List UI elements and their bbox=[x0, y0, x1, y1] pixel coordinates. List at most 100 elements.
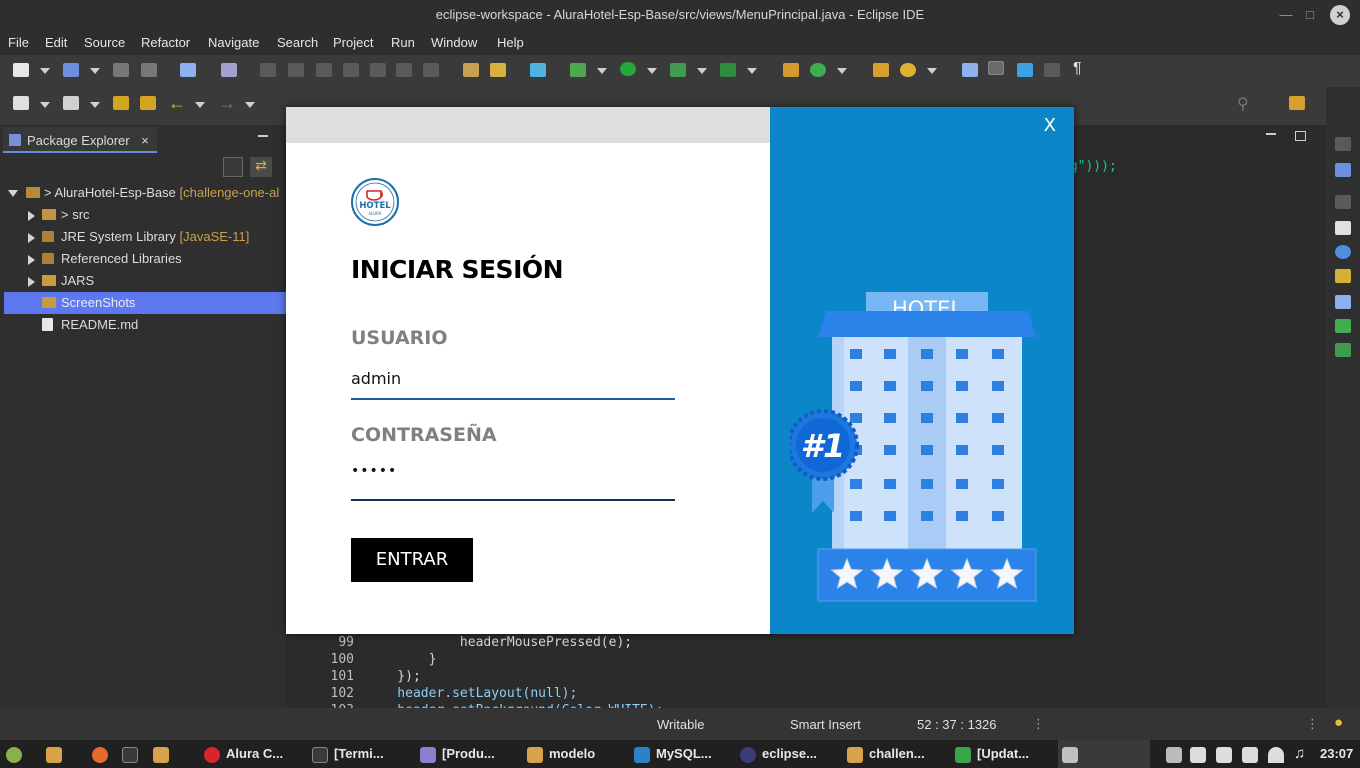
run-icon[interactable] bbox=[620, 62, 636, 76]
wifi-tray-icon[interactable] bbox=[1268, 740, 1290, 768]
new-file-dropdown-icon[interactable] bbox=[40, 102, 50, 108]
annotation-dropdown-icon[interactable] bbox=[90, 102, 100, 108]
close-tab-icon[interactable]: × bbox=[141, 133, 149, 148]
dialog-drag-header[interactable] bbox=[286, 107, 770, 143]
keyboard-tray-icon[interactable] bbox=[1242, 740, 1264, 768]
suspend-icon[interactable] bbox=[288, 63, 304, 77]
collapsed-icon[interactable] bbox=[28, 211, 35, 221]
menu-navigate[interactable]: Navigate bbox=[208, 35, 259, 50]
taskbar-item-terminal[interactable]: [Termi... bbox=[312, 740, 384, 768]
new-icon[interactable] bbox=[13, 63, 29, 77]
declaration-icon[interactable] bbox=[1335, 269, 1351, 283]
external-tools-icon[interactable] bbox=[720, 63, 736, 77]
block-selection-icon[interactable] bbox=[1044, 63, 1060, 77]
word-wrap-icon[interactable] bbox=[1017, 63, 1033, 77]
debug-dropdown-icon[interactable] bbox=[597, 68, 607, 74]
drive-tray-icon[interactable] bbox=[1216, 740, 1238, 768]
firefox-launcher-icon[interactable] bbox=[92, 740, 114, 768]
menu-edit[interactable]: Edit bbox=[45, 35, 67, 50]
quick-access-icon[interactable]: ⚲ bbox=[1237, 94, 1249, 114]
folder-launcher-icon[interactable] bbox=[153, 740, 175, 768]
taskbar-item-mysql[interactable]: MySQL... bbox=[634, 740, 712, 768]
close-window-button[interactable]: × bbox=[1330, 5, 1350, 25]
enter-button[interactable]: ENTRAR bbox=[351, 538, 473, 582]
start-menu-icon[interactable] bbox=[6, 740, 28, 768]
back-dropdown-icon[interactable] bbox=[195, 102, 205, 108]
menu-file[interactable]: File bbox=[8, 35, 29, 50]
taskbar-item-eclipse[interactable]: eclipse... bbox=[740, 740, 817, 768]
collapsed-icon[interactable] bbox=[28, 277, 35, 287]
password-input[interactable]: ••••• bbox=[351, 463, 675, 493]
tree-item-jre[interactable]: JRE System Library [JavaSE-11] bbox=[4, 226, 286, 248]
tab-package-explorer[interactable]: Package Explorer × bbox=[3, 127, 157, 153]
menu-project[interactable]: Project bbox=[333, 35, 373, 50]
menu-window[interactable]: Window bbox=[431, 35, 477, 50]
outline-icon[interactable] bbox=[1335, 163, 1351, 177]
tree-item-jars[interactable]: JARS bbox=[4, 270, 286, 292]
disconnect-icon[interactable] bbox=[343, 63, 359, 77]
back-arrow-icon[interactable]: ← bbox=[168, 93, 186, 114]
previous-edit-icon[interactable] bbox=[113, 96, 129, 110]
new-class-icon[interactable] bbox=[783, 63, 799, 77]
notes-tray-icon[interactable] bbox=[1190, 740, 1212, 768]
open-perspective-icon[interactable] bbox=[1289, 96, 1305, 110]
terminate-icon[interactable] bbox=[316, 63, 332, 77]
collapsed-icon[interactable] bbox=[28, 255, 35, 265]
javadoc-icon[interactable] bbox=[1335, 245, 1351, 259]
annotation-icon[interactable] bbox=[63, 96, 79, 110]
search-dropdown-icon[interactable] bbox=[927, 68, 937, 74]
new-file-icon[interactable] bbox=[13, 96, 29, 110]
toggle-icon[interactable] bbox=[962, 63, 978, 77]
taskbar-item-produ[interactable]: [Produ... bbox=[420, 740, 495, 768]
skip-breakpoints-icon[interactable] bbox=[221, 63, 237, 77]
restore-icon[interactable] bbox=[1335, 137, 1351, 151]
debug-view-icon[interactable] bbox=[1335, 343, 1351, 357]
open-type-icon[interactable] bbox=[463, 63, 479, 77]
coverage-dropdown-icon[interactable] bbox=[697, 68, 707, 74]
tasks-icon[interactable] bbox=[1335, 221, 1351, 235]
music-tray-icon[interactable]: ♫ bbox=[1294, 740, 1305, 768]
terminal-launcher-icon[interactable] bbox=[122, 740, 144, 768]
menu-refactor[interactable]: Refactor bbox=[141, 35, 190, 50]
collapse-all-icon[interactable] bbox=[223, 157, 243, 177]
tree-item-readme[interactable]: README.md bbox=[4, 314, 286, 336]
maximize-editor-icon[interactable] bbox=[1295, 131, 1306, 141]
save-all-icon[interactable] bbox=[141, 63, 157, 77]
run-coverage-icon[interactable] bbox=[670, 63, 686, 77]
taskbar-item-java-app[interactable] bbox=[1058, 740, 1150, 768]
menu-source[interactable]: Source bbox=[84, 35, 125, 50]
class-dropdown-icon[interactable] bbox=[837, 68, 847, 74]
minimize-view-icon[interactable] bbox=[258, 135, 268, 137]
tree-item-screenshots[interactable]: ScreenShots bbox=[4, 292, 286, 314]
restore-icon-2[interactable] bbox=[1335, 195, 1351, 209]
username-input[interactable] bbox=[351, 363, 675, 393]
collapsed-icon[interactable] bbox=[28, 233, 35, 243]
menu-run[interactable]: Run bbox=[391, 35, 415, 50]
link-editor-icon[interactable]: ⇄ bbox=[250, 157, 272, 177]
close-dialog-button[interactable]: X bbox=[1044, 115, 1056, 136]
step-over-icon[interactable] bbox=[396, 63, 412, 77]
new-java-class-icon[interactable] bbox=[810, 63, 826, 77]
files-launcher-icon[interactable] bbox=[46, 740, 68, 768]
switch-icon[interactable] bbox=[490, 63, 506, 77]
tree-project[interactable]: > AluraHotel-Esp-Base [challenge-one-al bbox=[4, 182, 286, 204]
search-icon[interactable] bbox=[900, 63, 916, 77]
taskbar-item-update[interactable]: [Updat... bbox=[955, 740, 1029, 768]
forward-arrow-icon[interactable]: → bbox=[218, 93, 236, 114]
expand-icon[interactable] bbox=[8, 190, 18, 197]
show-whitespace-icon[interactable]: ¶ bbox=[1073, 60, 1082, 78]
forward-dropdown-icon[interactable] bbox=[245, 102, 255, 108]
chevron-down-icon[interactable] bbox=[90, 68, 100, 74]
menu-help[interactable]: Help bbox=[497, 35, 524, 50]
tools-dropdown-icon[interactable] bbox=[747, 68, 757, 74]
taskbar-item-modelo[interactable]: modelo bbox=[527, 740, 595, 768]
coverage-icon[interactable] bbox=[530, 63, 546, 77]
step-into-icon[interactable] bbox=[370, 63, 386, 77]
resume-icon[interactable] bbox=[260, 63, 276, 77]
lightbulb-icon[interactable]: ● bbox=[1334, 714, 1343, 731]
taskbar-item-challenge[interactable]: challen... bbox=[847, 740, 925, 768]
tree-item-referenced-libraries[interactable]: Referenced Libraries bbox=[4, 248, 286, 270]
status-more-icon[interactable]: ⋮ bbox=[1032, 716, 1045, 732]
minimize-icon[interactable]: — bbox=[1276, 5, 1296, 25]
console-icon[interactable] bbox=[1335, 295, 1351, 309]
